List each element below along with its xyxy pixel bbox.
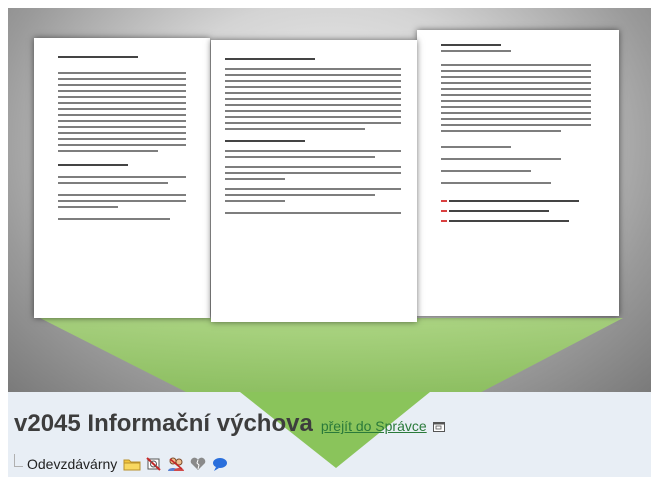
folder-icon[interactable] bbox=[123, 456, 141, 472]
manager-link[interactable]: přejít do Správce bbox=[321, 418, 427, 434]
users-icon[interactable] bbox=[167, 456, 185, 472]
no-access-icon[interactable] bbox=[145, 456, 163, 472]
popup-window-icon[interactable] bbox=[432, 419, 445, 432]
app-frame: v2045 Informační výchova přejít do Správ… bbox=[0, 0, 659, 477]
folder-row: Odevzdávárny bbox=[14, 453, 233, 474]
comment-icon[interactable] bbox=[211, 456, 229, 472]
heart-broken-icon[interactable] bbox=[189, 456, 207, 472]
folder-label[interactable]: Odevzdávárny bbox=[27, 456, 117, 472]
course-title-row: v2045 Informační výchova přejít do Správ… bbox=[14, 410, 445, 440]
course-title: v2045 Informační výchova bbox=[14, 410, 313, 437]
spotlight-tip bbox=[240, 392, 430, 468]
tree-branch bbox=[14, 453, 23, 467]
